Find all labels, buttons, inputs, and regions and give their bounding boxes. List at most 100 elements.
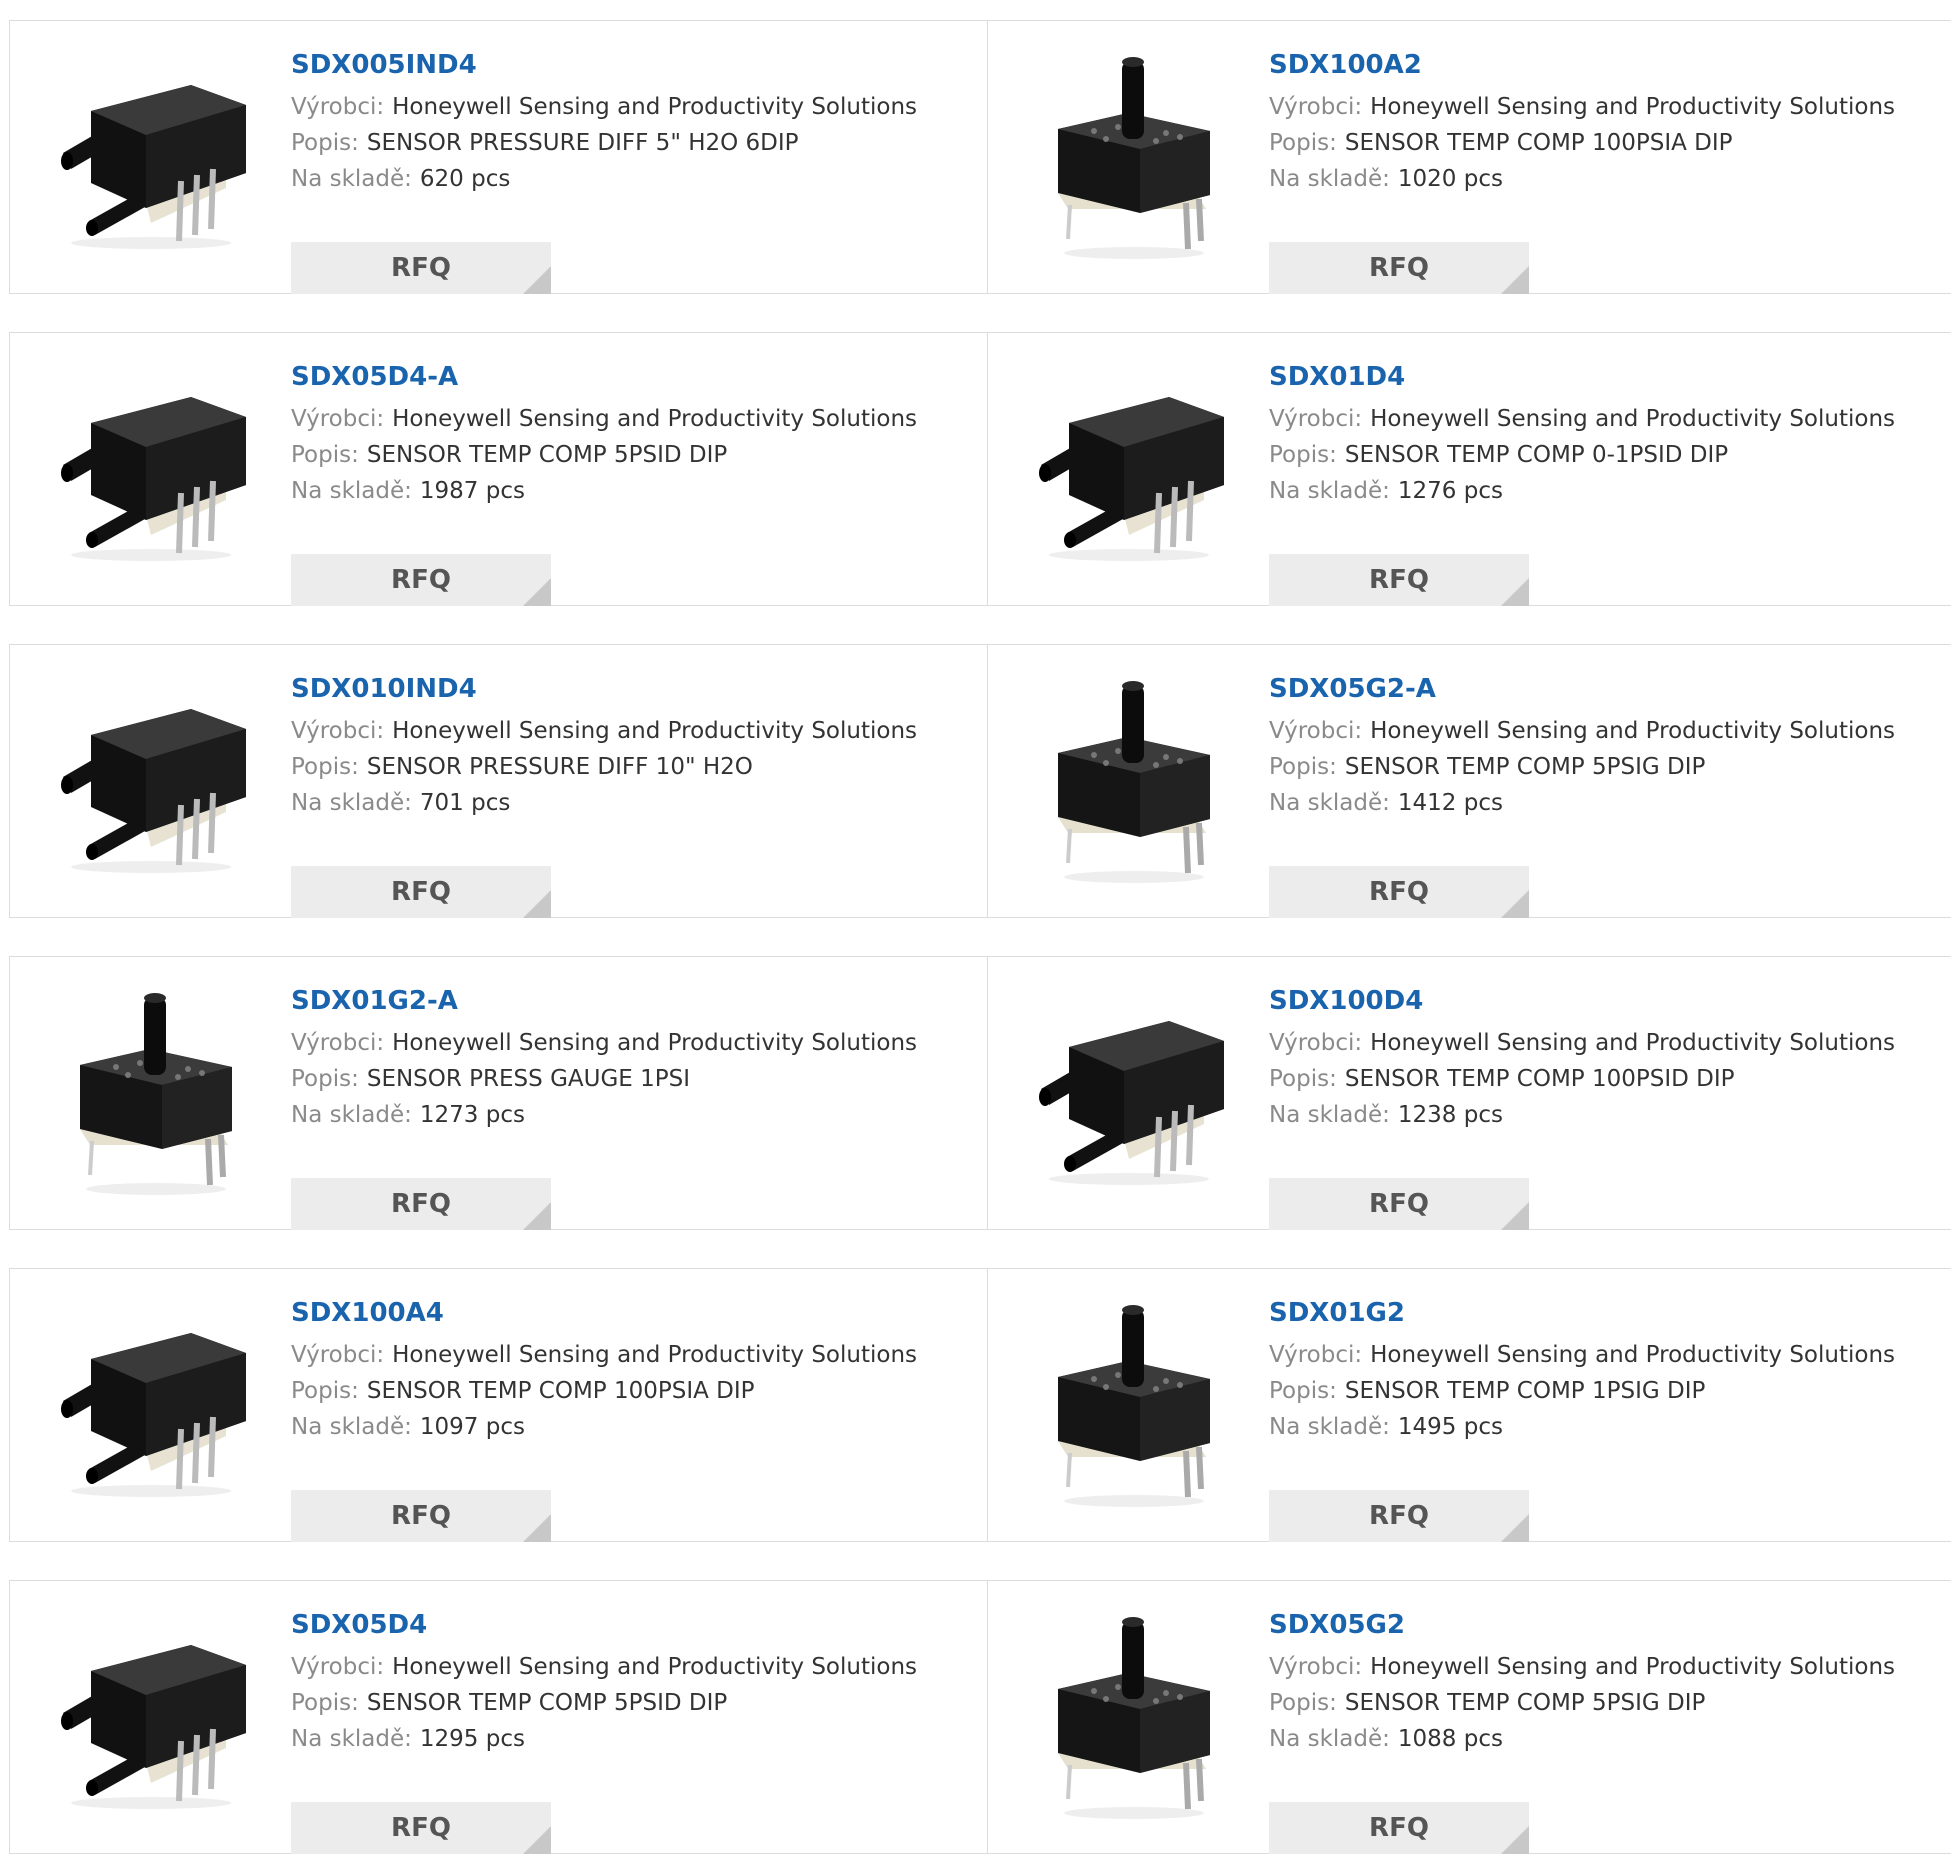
product-image[interactable]: [1024, 1297, 1244, 1515]
rfq-button[interactable]: RFQ: [1269, 866, 1529, 918]
part-number-link[interactable]: SDX010IND4: [291, 673, 977, 705]
manufacturer-row: Výrobci: Honeywell Sensing and Productivi…: [291, 1337, 977, 1373]
side-port-sensor-icon: [1039, 1021, 1224, 1185]
manufacturer-value: Honeywell Sensing and Productivity Solut…: [1370, 94, 1896, 120]
product-card: SDX05D4-A Výrobci: Honeywell Sensing and …: [10, 333, 988, 606]
stock-row: Na skladě: 1273 pcs: [291, 1097, 977, 1133]
manufacturer-row: Výrobci: Honeywell Sensing and Productivi…: [1269, 1025, 1942, 1061]
part-number-link[interactable]: SDX100A2: [1269, 49, 1942, 81]
description-row: Popis: SENSOR TEMP COMP 100PSIA DIP: [1269, 125, 1942, 161]
product-info: SDX05G2 Výrobci: Honeywell Sensing and Pr…: [1269, 1609, 1942, 1854]
rfq-button[interactable]: RFQ: [1269, 1490, 1529, 1542]
corner-triangle-icon: [523, 266, 551, 294]
description-row: Popis: SENSOR TEMP COMP 5PSIG DIP: [1269, 749, 1942, 785]
product-card: SDX010IND4 Výrobci: Honeywell Sensing and…: [10, 645, 988, 918]
stock-value: 1238 pcs: [1397, 1102, 1503, 1128]
part-number-link[interactable]: SDX01G2: [1269, 1297, 1942, 1329]
manufacturer-label: Výrobci:: [291, 1030, 385, 1056]
stock-label: Na skladě:: [291, 1414, 412, 1440]
manufacturer-row: Výrobci: Honeywell Sensing and Productivi…: [1269, 89, 1942, 125]
product-row: SDX05D4-A Výrobci: Honeywell Sensing and …: [9, 332, 1951, 606]
manufacturer-row: Výrobci: Honeywell Sensing and Productivi…: [291, 401, 977, 437]
description-label: Popis:: [1269, 442, 1337, 468]
stock-label: Na skladě:: [291, 478, 412, 504]
part-number-link[interactable]: SDX100D4: [1269, 985, 1942, 1017]
rfq-label: RFQ: [391, 877, 451, 907]
product-image[interactable]: [46, 985, 266, 1203]
corner-triangle-icon: [523, 578, 551, 606]
rfq-button[interactable]: RFQ: [1269, 554, 1529, 606]
stock-label: Na skladě:: [1269, 1726, 1390, 1752]
manufacturer-value: Honeywell Sensing and Productivity Solut…: [392, 1654, 918, 1680]
description-label: Popis:: [1269, 1690, 1337, 1716]
product-image[interactable]: [46, 361, 266, 579]
stock-row: Na skladě: 1495 pcs: [1269, 1409, 1942, 1445]
product-card: SDX01G2 Výrobci: Honeywell Sensing and Pr…: [988, 1269, 1951, 1542]
product-image[interactable]: [46, 49, 266, 267]
rfq-button[interactable]: RFQ: [291, 242, 551, 294]
description-row: Popis: SENSOR TEMP COMP 100PSID DIP: [1269, 1061, 1942, 1097]
product-row: SDX100A4 Výrobci: Honeywell Sensing and P…: [9, 1268, 1951, 1542]
product-image[interactable]: [1024, 361, 1244, 579]
corner-triangle-icon: [1501, 1826, 1529, 1854]
top-port-sensor-icon: [1058, 1305, 1210, 1507]
corner-triangle-icon: [1501, 890, 1529, 918]
manufacturer-value: Honeywell Sensing and Productivity Solut…: [392, 1342, 918, 1368]
part-number-link[interactable]: SDX005IND4: [291, 49, 977, 81]
description-value: SENSOR PRESSURE DIFF 10" H2O: [366, 754, 753, 780]
rfq-button[interactable]: RFQ: [1269, 1802, 1529, 1854]
product-image[interactable]: [46, 1609, 266, 1827]
product-image[interactable]: [46, 1297, 266, 1515]
rfq-button[interactable]: RFQ: [291, 1802, 551, 1854]
product-row: SDX005IND4 Výrobci: Honeywell Sensing and…: [9, 20, 1951, 294]
description-row: Popis: SENSOR TEMP COMP 0-1PSID DIP: [1269, 437, 1942, 473]
manufacturer-value: Honeywell Sensing and Productivity Solut…: [1370, 718, 1896, 744]
manufacturer-row: Výrobci: Honeywell Sensing and Productivi…: [291, 89, 977, 125]
description-row: Popis: SENSOR PRESS GAUGE 1PSI: [291, 1061, 977, 1097]
stock-label: Na skladě:: [291, 166, 412, 192]
manufacturer-row: Výrobci: Honeywell Sensing and Productivi…: [291, 1649, 977, 1685]
rfq-button[interactable]: RFQ: [1269, 242, 1529, 294]
manufacturer-value: Honeywell Sensing and Productivity Solut…: [1370, 1654, 1896, 1680]
top-port-sensor-icon: [80, 993, 232, 1195]
rfq-button[interactable]: RFQ: [291, 1490, 551, 1542]
product-image[interactable]: [1024, 985, 1244, 1203]
stock-row: Na skladě: 1412 pcs: [1269, 785, 1942, 821]
manufacturer-value: Honeywell Sensing and Productivity Solut…: [392, 406, 918, 432]
stock-value: 1295 pcs: [419, 1726, 525, 1752]
corner-triangle-icon: [523, 1202, 551, 1230]
product-image[interactable]: [1024, 1609, 1244, 1827]
manufacturer-row: Výrobci: Honeywell Sensing and Productivi…: [291, 1025, 977, 1061]
rfq-label: RFQ: [1369, 877, 1429, 907]
stock-row: Na skladě: 1238 pcs: [1269, 1097, 1942, 1133]
rfq-button[interactable]: RFQ: [291, 866, 551, 918]
description-row: Popis: SENSOR PRESSURE DIFF 5" H2O 6DIP: [291, 125, 977, 161]
corner-triangle-icon: [523, 890, 551, 918]
part-number-link[interactable]: SDX100A4: [291, 1297, 977, 1329]
stock-row: Na skladě: 1088 pcs: [1269, 1721, 1942, 1757]
product-image[interactable]: [1024, 673, 1244, 891]
description-label: Popis:: [1269, 1066, 1337, 1092]
part-number-link[interactable]: SDX05G2: [1269, 1609, 1942, 1641]
rfq-label: RFQ: [391, 565, 451, 595]
rfq-button[interactable]: RFQ: [291, 1178, 551, 1230]
manufacturer-value: Honeywell Sensing and Productivity Solut…: [392, 94, 918, 120]
product-image[interactable]: [1024, 49, 1244, 267]
rfq-button[interactable]: RFQ: [291, 554, 551, 606]
stock-value: 1495 pcs: [1397, 1414, 1503, 1440]
part-number-link[interactable]: SDX01D4: [1269, 361, 1942, 393]
part-number-link[interactable]: SDX01G2-A: [291, 985, 977, 1017]
manufacturer-row: Výrobci: Honeywell Sensing and Productivi…: [291, 713, 977, 749]
stock-value: 1987 pcs: [419, 478, 525, 504]
stock-row: Na skladě: 1987 pcs: [291, 473, 977, 509]
description-label: Popis:: [291, 442, 359, 468]
stock-value: 1088 pcs: [1397, 1726, 1503, 1752]
description-value: SENSOR TEMP COMP 5PSIG DIP: [1344, 754, 1706, 780]
product-image[interactable]: [46, 673, 266, 891]
part-number-link[interactable]: SDX05D4-A: [291, 361, 977, 393]
stock-value: 620 pcs: [419, 166, 511, 192]
part-number-link[interactable]: SDX05G2-A: [1269, 673, 1942, 705]
rfq-button[interactable]: RFQ: [1269, 1178, 1529, 1230]
description-value: SENSOR TEMP COMP 5PSIG DIP: [1344, 1690, 1706, 1716]
part-number-link[interactable]: SDX05D4: [291, 1609, 977, 1641]
